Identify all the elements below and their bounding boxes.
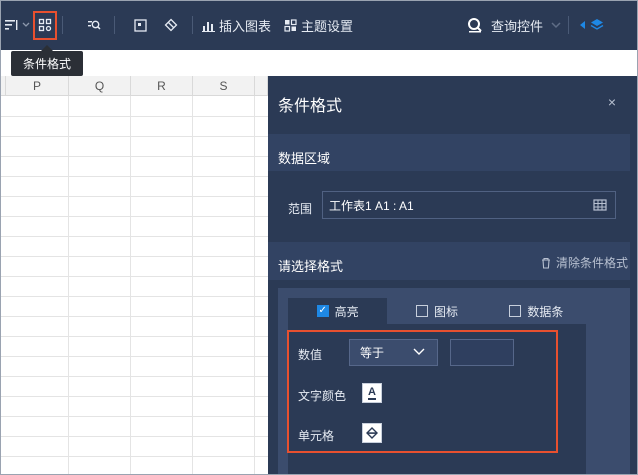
range-value: 工作表1 A1 : A1 (329, 198, 414, 213)
checkbox-checked-icon[interactable]: ✓ (316, 305, 329, 317)
clear-format-button[interactable] (164, 0, 178, 50)
theme-settings-label: 主题设置 (301, 18, 354, 34)
clear-format-button[interactable]: 清除条件格式 (540, 254, 628, 271)
tab-icon-set[interactable]: 图标 (387, 298, 486, 324)
column-header-p[interactable]: P (6, 76, 69, 96)
column-header-q[interactable]: Q (69, 76, 131, 96)
data-region-label: 数据区域 (278, 151, 331, 166)
grid-line (0, 356, 268, 357)
grid-line (0, 136, 268, 137)
column-header-stub (255, 76, 268, 96)
grid-line (68, 96, 69, 475)
spreadsheet-grid[interactable]: P Q R S (0, 76, 268, 475)
column-header-r[interactable]: R (131, 76, 193, 96)
column-header-s[interactable]: S (193, 76, 255, 96)
query-control-label: 查询控件 (491, 18, 544, 34)
query-control-button[interactable]: 查询控件 (467, 0, 561, 50)
toolbar-divider (192, 16, 193, 34)
tab-icon-set-label: 图标 (433, 304, 458, 319)
search-icon (468, 18, 482, 33)
grid-line (0, 256, 268, 257)
highlight-settings-frame (287, 330, 558, 453)
grid-line (0, 416, 268, 417)
grid-line (192, 96, 193, 475)
sort-icon (5, 20, 18, 30)
grid-line (0, 296, 268, 297)
close-button[interactable]: × (608, 94, 616, 110)
grid-line (0, 216, 268, 217)
grid-line (0, 176, 268, 177)
choose-format-label: 请选择格式 (278, 259, 344, 274)
chevron-down-icon (551, 22, 561, 29)
grid-line (130, 96, 131, 475)
grid-line (0, 316, 268, 317)
top-toolbar: 插入图表 主题设置 查询控件 (0, 0, 638, 50)
grid-line (0, 436, 268, 437)
grid-line (0, 196, 268, 197)
grid-line (0, 116, 268, 117)
range-input[interactable]: 工作表1 A1 : A1 (322, 191, 616, 219)
tab-highlight-label: 高亮 (334, 304, 359, 319)
theme-settings-button[interactable]: 主题设置 (284, 0, 353, 50)
eraser-icon (164, 18, 178, 32)
tab-data-bar-label: 数据条 (527, 304, 564, 319)
grid-line (0, 236, 268, 237)
clear-format-label: 清除条件格式 (555, 256, 628, 270)
theme-grid-icon (284, 18, 297, 32)
conditional-format-tooltip: 条件格式 (11, 51, 83, 76)
toolbar-divider (62, 16, 63, 34)
find-button[interactable] (87, 0, 101, 50)
checkbox-icon[interactable] (509, 305, 522, 317)
toolbar-highlight-frame (33, 11, 57, 40)
chevron-down-icon (22, 22, 30, 27)
sort-button[interactable] (4, 0, 30, 50)
insert-chart-label: 插入图表 (219, 18, 272, 34)
find-icon (88, 20, 101, 30)
frame-icon (134, 18, 147, 32)
format-tabs: ✓ 高亮 图标 数据条 (288, 298, 586, 324)
table-icon[interactable] (593, 198, 607, 212)
range-label: 范围 (288, 202, 313, 216)
frame-button[interactable] (134, 0, 147, 50)
insert-chart-button[interactable]: 插入图表 (202, 0, 271, 50)
bar-chart-icon (202, 21, 215, 32)
grid-line (0, 336, 268, 337)
trash-icon (541, 257, 550, 269)
grid-line (0, 396, 268, 397)
toolbar-divider (568, 16, 569, 34)
caret-left-icon (580, 21, 585, 29)
toolbar-divider (114, 16, 115, 34)
tab-data-bar[interactable]: 数据条 (487, 298, 586, 324)
grid-line (0, 456, 268, 457)
grid-line (0, 276, 268, 277)
checkbox-icon[interactable] (415, 305, 428, 317)
tab-highlight[interactable]: ✓ 高亮 (288, 298, 388, 324)
layers-button[interactable] (580, 0, 604, 50)
grid-line (254, 96, 255, 475)
panel-title: 条件格式 (278, 98, 343, 115)
grid-line (0, 376, 268, 377)
grid-line (0, 156, 268, 157)
layers-icon (590, 19, 604, 30)
